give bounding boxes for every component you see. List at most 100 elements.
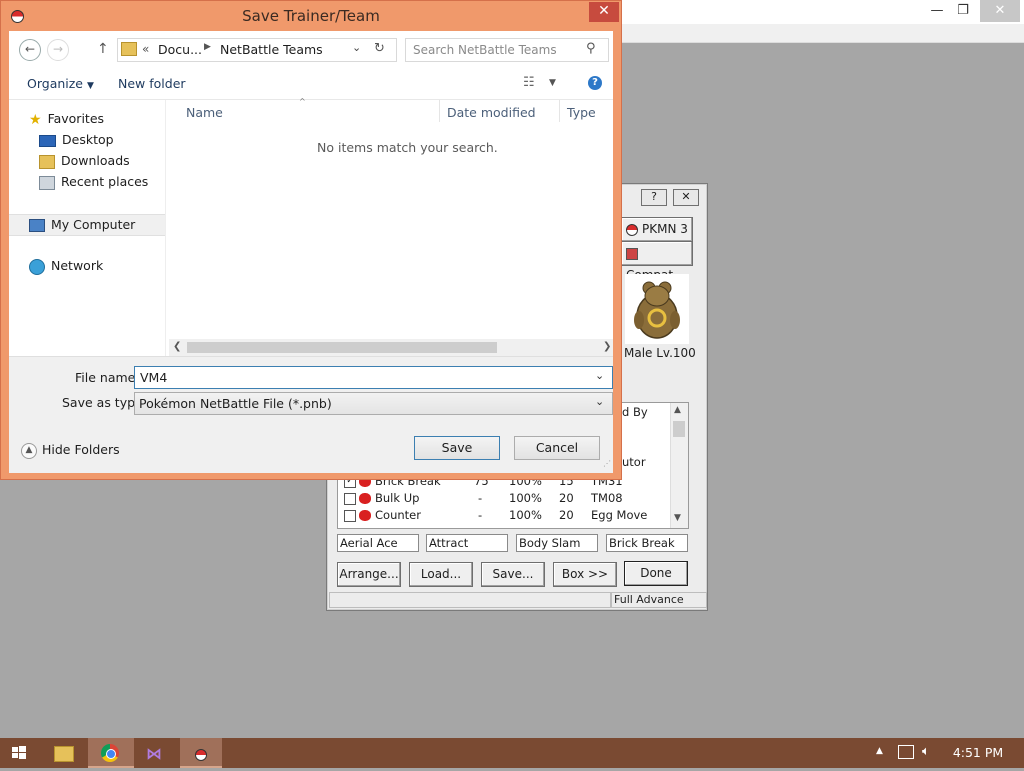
resize-grip[interactable]: ⋰ (603, 459, 611, 468)
file-name-label: File name: (75, 370, 140, 385)
address-bar[interactable]: « Docu... ▶ NetBattle Teams ⌄ ↻ (117, 38, 397, 62)
search-input[interactable]: Search NetBattle Teams (413, 43, 557, 57)
dialog-close-button[interactable]: ✕ (589, 2, 619, 22)
new-folder-button[interactable]: New folder (118, 76, 186, 91)
help-button[interactable]: ? (641, 189, 667, 206)
up-folder-button[interactable]: ↑ (97, 41, 109, 57)
move-name: Counter (375, 508, 421, 522)
volume-icon[interactable]: 🔈︎ (922, 744, 930, 759)
save-type-value: Pokémon NetBattle File (*.pnb) (139, 396, 332, 411)
start-button[interactable] (0, 738, 38, 768)
pane-divider (165, 100, 166, 356)
scroll-down-icon[interactable]: ▼ (674, 513, 681, 523)
forward-button[interactable]: → (47, 39, 69, 61)
done-button[interactable]: Done (624, 561, 688, 586)
cancel-button[interactable]: Cancel (514, 436, 600, 460)
background-close-button[interactable]: ✕ (980, 0, 1020, 22)
view-dropdown-icon[interactable]: ▼ (549, 78, 556, 88)
move-slot-3[interactable]: Body Slam (516, 534, 598, 552)
refresh-icon[interactable]: ↻ (374, 41, 385, 56)
folder-icon (121, 42, 137, 56)
move-row[interactable]: Counter - 100% 20 Egg Move (338, 507, 668, 524)
netbattle-taskbar-button[interactable] (180, 738, 222, 768)
hide-folders-button[interactable]: ▲ Hide Folders (21, 442, 120, 459)
save-type-select[interactable]: Pokémon NetBattle File (*.pnb) ⌄ (134, 392, 613, 415)
move-learned-by: TM08 (591, 491, 623, 505)
breadcrumb-netbattle-teams[interactable]: NetBattle Teams (220, 42, 323, 57)
column-header-name[interactable]: Name (186, 105, 223, 120)
visual-studio-button[interactable]: ⋈ (134, 738, 178, 768)
clock[interactable]: 4:51 PM (948, 738, 1008, 768)
back-arrow-icon: ← (24, 42, 36, 56)
network-status-icon[interactable] (898, 745, 914, 759)
arrange-button[interactable]: Arrange... (337, 562, 401, 587)
file-name-input[interactable]: VM4 (140, 370, 167, 385)
empty-message: No items match your search. (317, 140, 498, 155)
editor-close-button[interactable]: ✕ (673, 189, 699, 206)
caret-down-icon: ▼ (86, 81, 94, 91)
save-team-button[interactable]: Save... (481, 562, 545, 587)
move-slot-1[interactable]: Aerial Ace (337, 534, 419, 552)
status-format: Full Advance (611, 592, 707, 608)
move-slot-2[interactable]: Attract (426, 534, 508, 552)
chevron-down-icon[interactable]: ⌄ (595, 369, 604, 382)
breadcrumb-overflow[interactable]: « (142, 42, 149, 56)
pkmn-3-button[interactable]: PKMN 3 (621, 217, 693, 242)
help-icon[interactable]: ? (588, 76, 602, 90)
breadcrumb-documents[interactable]: Docu... (158, 42, 202, 57)
background-window-menubar (620, 24, 1024, 43)
file-explorer-button[interactable] (42, 738, 84, 768)
chrome-button[interactable] (88, 738, 134, 768)
search-box[interactable]: Search NetBattle Teams ⚲ (405, 38, 609, 62)
windows-logo-icon (12, 746, 26, 759)
view-options-icon[interactable]: ☷ (523, 75, 535, 90)
nav-desktop[interactable]: Desktop (39, 130, 114, 150)
chevron-down-icon[interactable]: ⌄ (352, 41, 361, 54)
show-hidden-icons[interactable]: ▲ (876, 746, 883, 756)
move-checkbox[interactable] (344, 493, 356, 505)
collapse-up-icon: ▲ (21, 442, 37, 459)
nav-downloads[interactable]: Downloads (39, 151, 130, 171)
scroll-right-icon[interactable]: ❯ (603, 341, 611, 352)
nav-favorites[interactable]: ★ Favorites (29, 109, 104, 129)
sort-caret-icon: ^ (299, 97, 306, 106)
navigation-pane: ★ Favorites Desktop Downloads Recent plac… (9, 100, 165, 356)
move-accuracy: 100% (509, 508, 542, 522)
file-name-field[interactable]: VM4 ⌄ (134, 366, 613, 389)
horizontal-scrollbar[interactable]: ❮ ❯ (169, 339, 613, 356)
back-button[interactable]: ← (19, 39, 41, 61)
scroll-left-icon[interactable]: ❮ (173, 341, 181, 352)
network-icon (29, 258, 45, 275)
save-button[interactable]: Save (414, 436, 500, 460)
fighting-type-icon (359, 493, 371, 504)
compat-icon (626, 247, 638, 260)
scroll-thumb[interactable] (673, 421, 685, 437)
move-checkbox[interactable] (344, 510, 356, 522)
organize-button[interactable]: Organize ▼ (27, 76, 94, 91)
move-slot-4[interactable]: Brick Break (606, 534, 688, 552)
column-header-date-modified[interactable]: Date modified (447, 105, 536, 120)
column-divider[interactable] (439, 100, 440, 122)
compat-button[interactable]: Compat. (621, 241, 693, 282)
restore-button[interactable]: ❐ (948, 0, 978, 22)
move-row[interactable]: Bulk Up - 100% 20 TM08 (338, 490, 668, 507)
nav-network[interactable]: Network (29, 256, 103, 276)
forward-arrow-icon: → (52, 42, 64, 56)
horizontal-scroll-thumb[interactable] (187, 342, 497, 353)
chevron-down-icon[interactable]: ⌄ (595, 395, 604, 408)
pokemon-info: Male Lv.100 (624, 346, 696, 360)
load-button[interactable]: Load... (409, 562, 473, 587)
nav-my-computer[interactable]: My Computer (9, 214, 165, 236)
dialog-title: Save Trainer/Team (242, 7, 380, 25)
nav-recent-places[interactable]: Recent places (39, 172, 148, 192)
chevron-right-icon: ▶ (204, 42, 211, 52)
search-icon[interactable]: ⚲ (586, 41, 596, 56)
status-bar-left (329, 592, 611, 608)
taskbar: ⋈ ▲ 🔈︎ 4:51 PM (0, 738, 1024, 768)
scroll-up-icon[interactable]: ▲ (674, 405, 681, 415)
column-divider[interactable] (559, 100, 560, 122)
move-power: - (478, 491, 483, 505)
column-header-type[interactable]: Type (567, 105, 596, 120)
box-button[interactable]: Box >> (553, 562, 617, 587)
moves-scrollbar[interactable]: ▲ ▼ (670, 403, 688, 528)
